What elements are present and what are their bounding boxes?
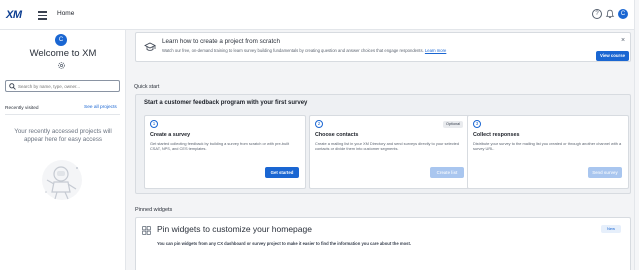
- see-all-projects-link[interactable]: See all projects: [84, 105, 117, 110]
- user-avatar[interactable]: C: [618, 9, 628, 19]
- main-content: Learn how to create a project from scrat…: [126, 30, 634, 270]
- step-number: 3: [473, 120, 481, 128]
- card-title: Collect responses: [473, 132, 520, 138]
- empty-recent-message: Your recently accessed projects will app…: [14, 128, 112, 143]
- astronaut-illustration: [42, 160, 82, 200]
- training-banner: Learn how to create a project from scrat…: [135, 32, 631, 62]
- card-title: Choose contacts: [315, 132, 359, 138]
- divider: [5, 114, 120, 115]
- collect-responses-card: 3 Collect responses Distribute your surv…: [467, 115, 629, 189]
- quick-start-label: Quick start: [134, 84, 160, 90]
- top-bar: XM Home ? C: [0, 0, 639, 30]
- pinned-widgets-panel: Pin widgets to customize your homepage N…: [135, 217, 631, 270]
- view-course-button[interactable]: View course: [596, 51, 629, 61]
- create-survey-card: 1 Create a survey Get started collecting…: [144, 115, 306, 189]
- search-icon: [9, 83, 16, 90]
- graduation-cap-icon: [144, 42, 156, 51]
- banner-description: Watch our free, on-demand training to le…: [162, 48, 446, 53]
- card-description: Create a mailing list in your XM Directo…: [315, 141, 460, 151]
- card-title: Create a survey: [150, 132, 191, 138]
- help-icon[interactable]: ?: [592, 9, 602, 19]
- banner-title: Learn how to create a project from scrat…: [162, 38, 280, 45]
- close-icon[interactable]: ×: [621, 37, 625, 44]
- step-number: 2: [315, 120, 323, 128]
- widget-grid-icon: [142, 226, 151, 235]
- pinned-description: You can pin widgets from any CX dashboar…: [157, 241, 412, 246]
- bell-icon[interactable]: [605, 9, 615, 19]
- gear-icon[interactable]: [57, 61, 66, 70]
- send-survey-button[interactable]: Send survey: [588, 167, 622, 178]
- home-breadcrumb[interactable]: Home: [57, 10, 74, 17]
- menu-icon[interactable]: [38, 11, 47, 22]
- optional-badge: Optional: [443, 121, 464, 128]
- get-started-button[interactable]: Get started: [265, 167, 299, 178]
- quick-start-panel: Start a customer feedback program with y…: [135, 94, 631, 194]
- pinned-title: Pin widgets to customize your homepage: [157, 224, 312, 234]
- profile-avatar: C: [55, 34, 67, 46]
- sidebar: C Welcome to XM Recently visited See all…: [0, 30, 126, 270]
- card-description: Distribute your survey to the mailing li…: [473, 141, 622, 151]
- learn-more-link[interactable]: Learn more: [425, 48, 446, 53]
- banner-text: Watch our free, on-demand training to le…: [162, 48, 424, 53]
- pinned-widgets-label: Pinned widgets: [135, 207, 173, 213]
- project-search[interactable]: [5, 80, 120, 92]
- xm-logo[interactable]: XM: [6, 9, 22, 21]
- step-number: 1: [150, 120, 158, 128]
- search-input[interactable]: [18, 82, 118, 91]
- new-badge: New: [601, 225, 621, 233]
- quick-start-title: Start a customer feedback program with y…: [144, 100, 308, 106]
- recently-visited-label: Recently visited: [5, 106, 39, 111]
- create-list-button[interactable]: Create list: [430, 167, 464, 178]
- welcome-heading: Welcome to XM: [29, 48, 97, 59]
- choose-contacts-card: 2 Optional Choose contacts Create a mail…: [309, 115, 471, 189]
- card-description: Get started collecting feedback by build…: [150, 141, 290, 151]
- page-scrollbar[interactable]: [634, 0, 639, 270]
